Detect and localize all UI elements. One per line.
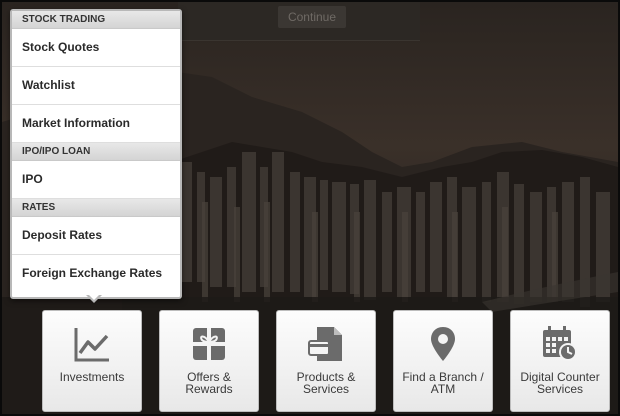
tile-label: Find a Branch / ATM	[402, 370, 484, 396]
continue-button[interactable]: Continue	[278, 6, 346, 28]
tile-find-branch-atm[interactable]: Find a Branch / ATM	[393, 310, 493, 412]
menu-item-stock-quotes[interactable]: Stock Quotes	[12, 29, 180, 67]
tile-label: Digital Counter Services	[520, 370, 600, 396]
tile-investments[interactable]: Investments	[42, 310, 142, 412]
map-pin-icon	[431, 327, 455, 361]
tile-label: Investments	[59, 370, 125, 384]
menu-item-ipo[interactable]: IPO	[12, 161, 180, 199]
tile-offers-rewards[interactable]: Offers & Rewards	[159, 310, 259, 412]
menu-item-market-information[interactable]: Market Information	[12, 105, 180, 143]
menu-item-deposit-rates[interactable]: Deposit Rates	[12, 217, 180, 255]
tile-products-services[interactable]: Products & Services	[276, 310, 376, 412]
tile-bar: Investments Offers & Rewards Products & …	[42, 310, 612, 412]
popover-arrow-inner	[88, 294, 100, 300]
section-header-ipo-loan: IPO/IPO LOAN	[12, 143, 180, 161]
tile-digital-counter-services[interactable]: Digital Counter Services	[510, 310, 610, 412]
app-screen: Continue STOCK TRADING Stock Quotes Watc…	[0, 0, 620, 416]
section-header-stock-trading: STOCK TRADING	[12, 11, 180, 29]
popover-menu: STOCK TRADING Stock Quotes Watchlist Mar…	[10, 9, 182, 299]
tile-label: Offers & Rewards	[185, 370, 233, 396]
section-header-rates: RATES	[12, 199, 180, 217]
tile-label: Products & Services	[296, 370, 356, 396]
menu-item-watchlist[interactable]: Watchlist	[12, 67, 180, 105]
calendar-clock-icon	[543, 326, 577, 361]
chart-line-icon	[74, 328, 109, 362]
menu-item-foreign-exchange-rates[interactable]: Foreign Exchange Rates	[12, 255, 180, 292]
gift-icon	[193, 328, 225, 360]
document-card-icon	[308, 327, 342, 361]
